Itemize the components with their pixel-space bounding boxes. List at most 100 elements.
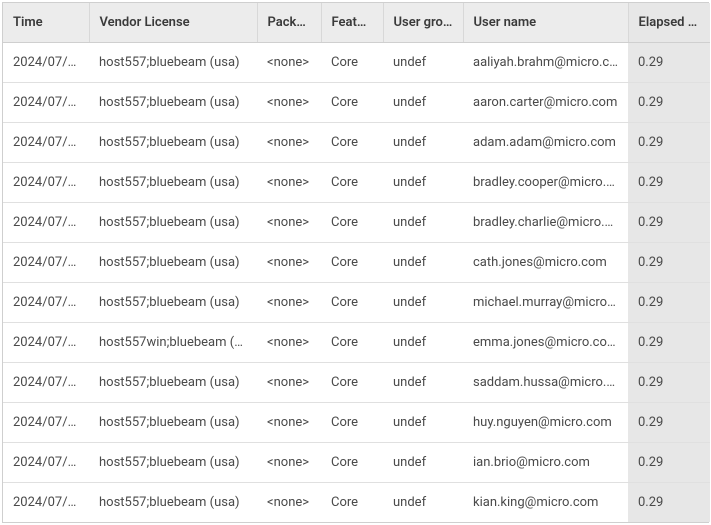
cell-vendor: host557;bluebeam (usa) — [89, 363, 257, 403]
cell-elapsed: 0.29 — [628, 403, 710, 443]
cell-vendor: host557;bluebeam (usa) — [89, 243, 257, 283]
cell-usergroup: undef — [383, 203, 463, 243]
cell-package: <none> — [257, 483, 321, 523]
cell-time: 2024/07/04 — [3, 203, 89, 243]
cell-time: 2024/07/04 — [3, 323, 89, 363]
cell-package: <none> — [257, 163, 321, 203]
cell-usergroup: undef — [383, 243, 463, 283]
col-header-feature[interactable]: Feature — [321, 3, 383, 43]
cell-usergroup: undef — [383, 403, 463, 443]
cell-elapsed: 0.29 — [628, 203, 710, 243]
cell-username: emma.jones@micro.com — [463, 323, 628, 363]
cell-time: 2024/07/04 — [3, 363, 89, 403]
cell-package: <none> — [257, 83, 321, 123]
cell-package: <none> — [257, 43, 321, 83]
data-table: Time Vendor License Package Feature User… — [3, 3, 710, 522]
cell-username: huy.nguyen@micro.com — [463, 403, 628, 443]
cell-time: 2024/07/04 — [3, 123, 89, 163]
cell-vendor: host557;bluebeam (usa) — [89, 203, 257, 243]
cell-usergroup: undef — [383, 363, 463, 403]
header-row: Time Vendor License Package Feature User… — [3, 3, 710, 43]
cell-time: 2024/07/04 — [3, 483, 89, 523]
cell-elapsed: 0.29 — [628, 123, 710, 163]
cell-feature: Core — [321, 403, 383, 443]
cell-feature: Core — [321, 443, 383, 483]
cell-elapsed: 0.29 — [628, 363, 710, 403]
cell-username: kian.king@micro.com — [463, 483, 628, 523]
table-row[interactable]: 2024/07/04host557;bluebeam (usa)<none>Co… — [3, 203, 710, 243]
cell-feature: Core — [321, 243, 383, 283]
col-header-vendor[interactable]: Vendor License — [89, 3, 257, 43]
cell-usergroup: undef — [383, 443, 463, 483]
col-header-package[interactable]: Package — [257, 3, 321, 43]
cell-elapsed: 0.29 — [628, 483, 710, 523]
cell-feature: Core — [321, 83, 383, 123]
table-row[interactable]: 2024/07/04host557;bluebeam (usa)<none>Co… — [3, 443, 710, 483]
table-row[interactable]: 2024/07/04host557;bluebeam (usa)<none>Co… — [3, 243, 710, 283]
cell-elapsed: 0.29 — [628, 443, 710, 483]
cell-vendor: host557;bluebeam (usa) — [89, 483, 257, 523]
cell-time: 2024/07/04 — [3, 283, 89, 323]
cell-usergroup: undef — [383, 323, 463, 363]
cell-username: cath.jones@micro.com — [463, 243, 628, 283]
cell-feature: Core — [321, 123, 383, 163]
license-usage-table: Time Vendor License Package Feature User… — [2, 2, 709, 523]
cell-time: 2024/07/04 — [3, 83, 89, 123]
cell-package: <none> — [257, 243, 321, 283]
cell-usergroup: undef — [383, 163, 463, 203]
cell-feature: Core — [321, 483, 383, 523]
cell-feature: Core — [321, 283, 383, 323]
cell-vendor: host557;bluebeam (usa) — [89, 403, 257, 443]
cell-username: aaron.carter@micro.com — [463, 83, 628, 123]
cell-usergroup: undef — [383, 83, 463, 123]
cell-time: 2024/07/04 — [3, 443, 89, 483]
cell-vendor: host557;bluebeam (usa) — [89, 443, 257, 483]
table-row[interactable]: 2024/07/04host557;bluebeam (usa)<none>Co… — [3, 163, 710, 203]
cell-usergroup: undef — [383, 283, 463, 323]
cell-time: 2024/07/04 — [3, 43, 89, 83]
cell-package: <none> — [257, 363, 321, 403]
cell-vendor: host557win;bluebeam (usa) — [89, 323, 257, 363]
cell-time: 2024/07/04 — [3, 243, 89, 283]
table-row[interactable]: 2024/07/04host557;bluebeam (usa)<none>Co… — [3, 483, 710, 523]
cell-vendor: host557;bluebeam (usa) — [89, 283, 257, 323]
cell-vendor: host557;bluebeam (usa) — [89, 123, 257, 163]
cell-username: michael.murray@micro.com — [463, 283, 628, 323]
table-row[interactable]: 2024/07/04host557;bluebeam (usa)<none>Co… — [3, 363, 710, 403]
table-row[interactable]: 2024/07/04host557;bluebeam (usa)<none>Co… — [3, 123, 710, 163]
col-header-elapsed[interactable]: Elapsed time — [628, 3, 710, 43]
cell-package: <none> — [257, 403, 321, 443]
cell-package: <none> — [257, 443, 321, 483]
table-row[interactable]: 2024/07/04host557;bluebeam (usa)<none>Co… — [3, 83, 710, 123]
cell-usergroup: undef — [383, 483, 463, 523]
cell-elapsed: 0.29 — [628, 163, 710, 203]
cell-feature: Core — [321, 163, 383, 203]
cell-feature: Core — [321, 323, 383, 363]
cell-feature: Core — [321, 43, 383, 83]
col-header-usergroup[interactable]: User group — [383, 3, 463, 43]
table-row[interactable]: 2024/07/04host557;bluebeam (usa)<none>Co… — [3, 43, 710, 83]
cell-elapsed: 0.29 — [628, 283, 710, 323]
cell-vendor: host557;bluebeam (usa) — [89, 43, 257, 83]
cell-elapsed: 0.29 — [628, 323, 710, 363]
cell-package: <none> — [257, 123, 321, 163]
cell-username: ian.brio@micro.com — [463, 443, 628, 483]
cell-package: <none> — [257, 203, 321, 243]
cell-elapsed: 0.29 — [628, 243, 710, 283]
cell-vendor: host557;bluebeam (usa) — [89, 163, 257, 203]
cell-package: <none> — [257, 323, 321, 363]
col-header-username[interactable]: User name — [463, 3, 628, 43]
cell-usergroup: undef — [383, 123, 463, 163]
cell-username: bradley.cooper@micro.com — [463, 163, 628, 203]
table-row[interactable]: 2024/07/04host557win;bluebeam (usa)<none… — [3, 323, 710, 363]
cell-usergroup: undef — [383, 43, 463, 83]
cell-username: saddam.hussa@micro.com — [463, 363, 628, 403]
cell-time: 2024/07/04 — [3, 403, 89, 443]
table-row[interactable]: 2024/07/04host557;bluebeam (usa)<none>Co… — [3, 403, 710, 443]
table-row[interactable]: 2024/07/04host557;bluebeam (usa)<none>Co… — [3, 283, 710, 323]
cell-username: aaliyah.brahm@micro.com — [463, 43, 628, 83]
cell-username: bradley.charlie@micro.com — [463, 203, 628, 243]
cell-elapsed: 0.29 — [628, 83, 710, 123]
col-header-time[interactable]: Time — [3, 3, 89, 43]
cell-username: adam.adam@micro.com — [463, 123, 628, 163]
